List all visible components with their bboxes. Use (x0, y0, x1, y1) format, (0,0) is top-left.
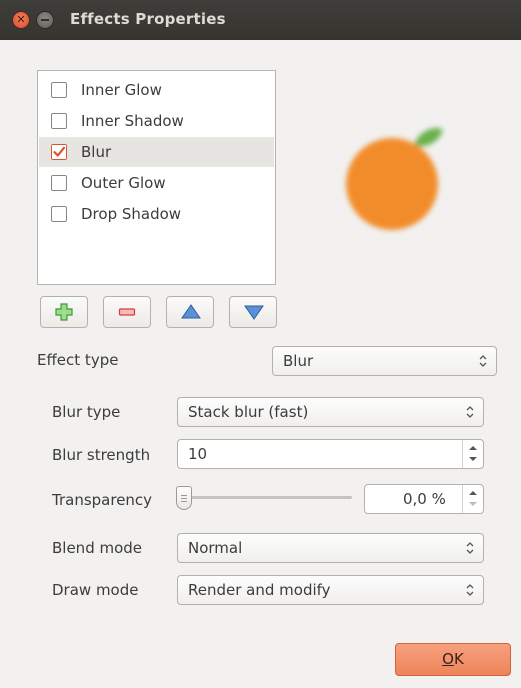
plus-icon (55, 303, 73, 321)
ok-mnemonic: O (442, 650, 454, 668)
blend-mode-value: Normal (188, 539, 243, 557)
updown-chevron-icon (479, 355, 487, 367)
draw-mode-value: Render and modify (188, 581, 331, 599)
list-item[interactable]: Drop Shadow (39, 199, 274, 229)
effect-label: Outer Glow (81, 174, 166, 192)
minimize-icon[interactable] (37, 12, 53, 28)
list-item[interactable]: Inner Shadow (39, 106, 274, 136)
list-item[interactable]: Outer Glow (39, 168, 274, 198)
transparency-slider-track[interactable] (180, 496, 352, 499)
blur-type-label: Blur type (52, 403, 121, 421)
spin-up-icon[interactable] (469, 446, 477, 450)
list-item[interactable]: Inner Glow (39, 75, 274, 105)
effect-label: Blur (81, 143, 112, 161)
transparency-value: 0,0 % (403, 490, 446, 508)
remove-effect-button[interactable] (103, 296, 151, 328)
move-down-button[interactable] (229, 296, 277, 328)
spin-up-icon[interactable] (469, 491, 477, 495)
checkbox[interactable] (51, 113, 67, 129)
move-up-button[interactable] (166, 296, 214, 328)
effect-label: Drop Shadow (81, 205, 182, 223)
blur-type-select[interactable]: Stack blur (fast) (177, 397, 484, 427)
blend-mode-select[interactable]: Normal (177, 533, 484, 563)
draw-mode-select[interactable]: Render and modify (177, 575, 484, 605)
transparency-label: Transparency (52, 491, 153, 509)
close-icon[interactable]: ✕ (13, 12, 29, 28)
effect-type-label: Effect type (37, 351, 119, 369)
spin-down-icon[interactable] (469, 502, 477, 506)
blur-type-value: Stack blur (fast) (188, 403, 309, 421)
ok-button[interactable]: OK (395, 643, 511, 676)
draw-mode-label: Draw mode (52, 581, 139, 599)
blur-strength-spinbox[interactable]: 10 (177, 439, 484, 469)
title-bar: ✕ Effects Properties (0, 0, 521, 40)
checkbox-checked[interactable] (51, 144, 67, 160)
checkbox[interactable] (51, 82, 67, 98)
transparency-slider-handle[interactable] (176, 486, 192, 510)
updown-chevron-icon (466, 542, 474, 554)
transparency-spinbox[interactable]: 0,0 % (364, 484, 484, 514)
list-item-selected[interactable]: Blur (39, 137, 274, 167)
ok-label-rest: K (453, 650, 464, 668)
effect-label: Inner Shadow (81, 112, 184, 130)
arrow-down-icon (244, 305, 264, 320)
checkbox[interactable] (51, 206, 67, 222)
window-title: Effects Properties (70, 10, 226, 28)
add-effect-button[interactable] (40, 296, 88, 328)
updown-chevron-icon (466, 406, 474, 418)
spin-down-icon[interactable] (469, 457, 477, 461)
spin-buttons[interactable] (462, 440, 483, 468)
effect-label: Inner Glow (81, 81, 162, 99)
updown-chevron-icon (466, 584, 474, 596)
blur-strength-label: Blur strength (52, 446, 151, 464)
blur-strength-value: 10 (188, 445, 208, 463)
effects-list[interactable]: Inner Glow Inner Shadow Blur Outer Glow … (37, 70, 276, 285)
checkbox[interactable] (51, 175, 67, 191)
effect-type-select[interactable]: Blur (272, 346, 497, 376)
arrow-up-icon (181, 304, 201, 319)
effect-preview (335, 118, 455, 238)
spin-buttons[interactable] (462, 485, 483, 513)
effect-type-value: Blur (283, 352, 314, 370)
minus-icon (118, 308, 136, 316)
checkmark-icon (52, 145, 66, 159)
blend-mode-label: Blend mode (52, 539, 143, 557)
